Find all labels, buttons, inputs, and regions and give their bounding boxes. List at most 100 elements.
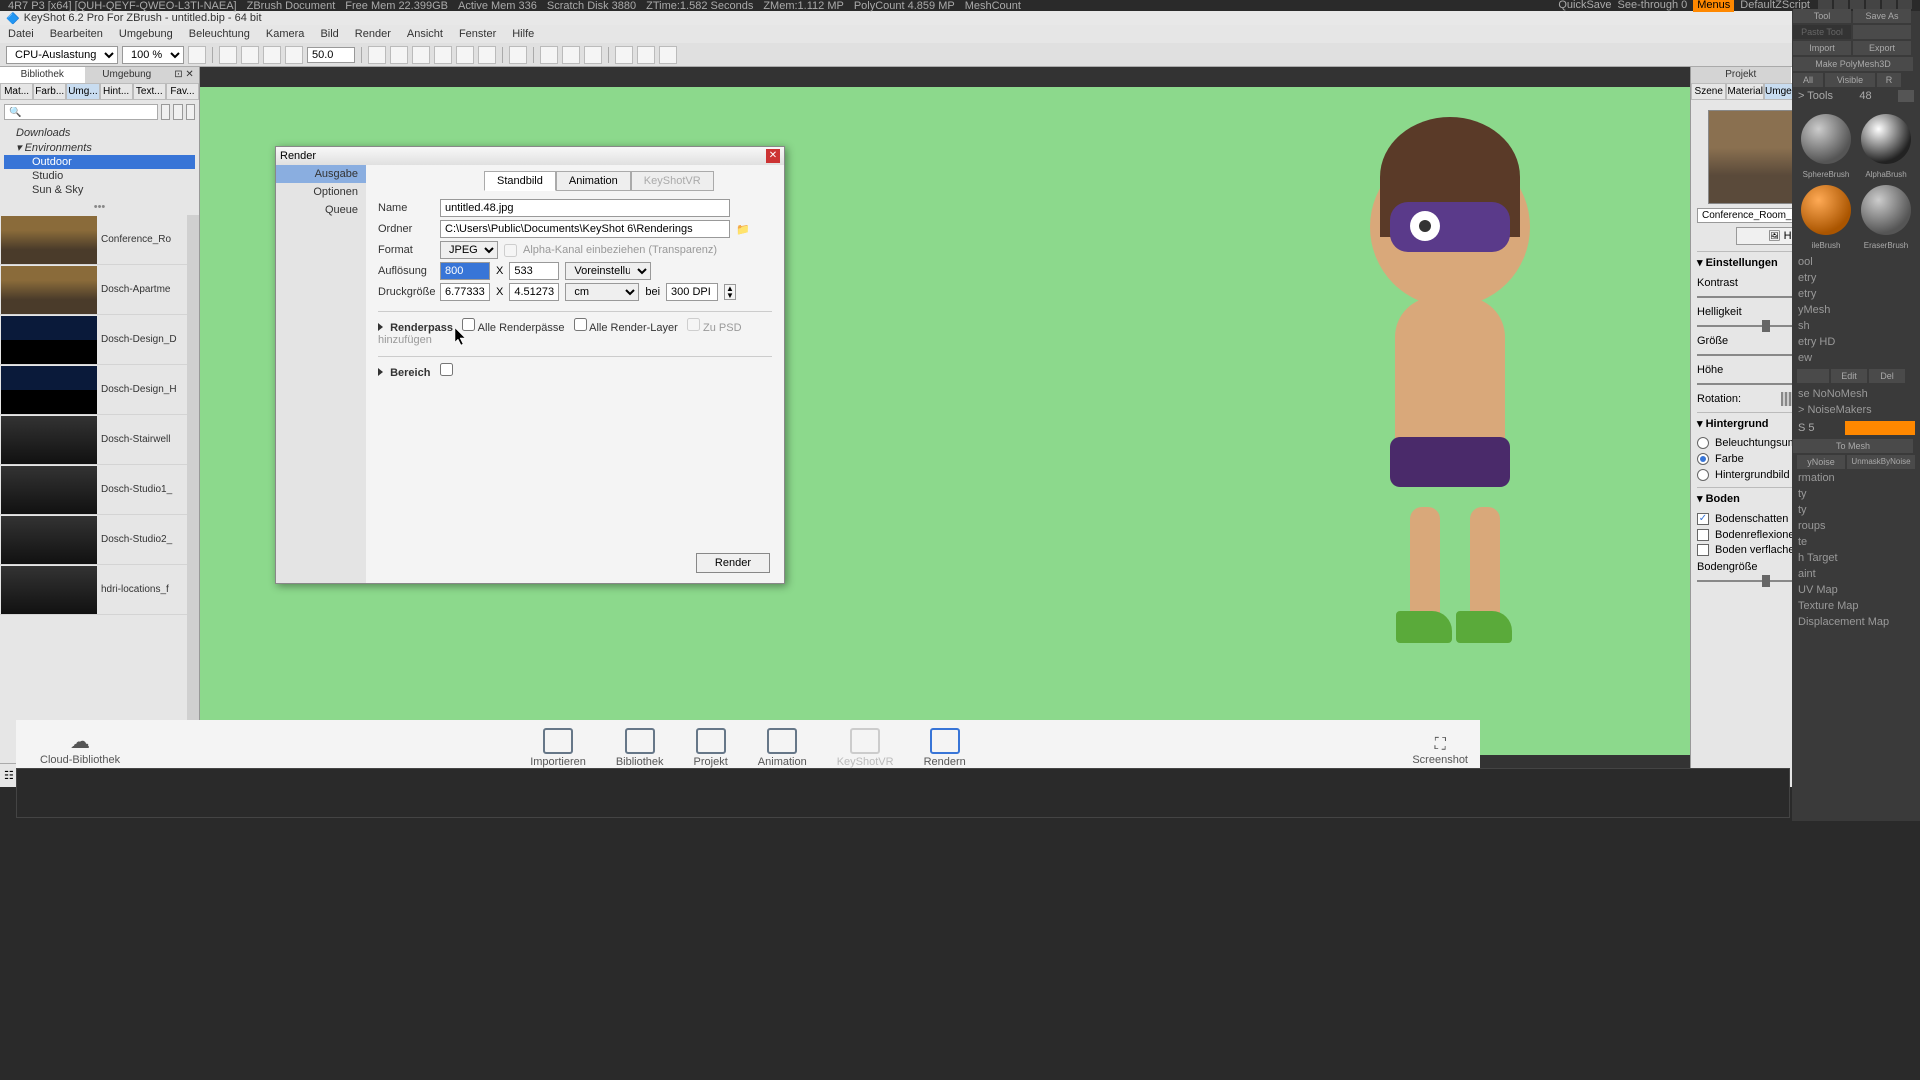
cpu-pct[interactable]: 100 % xyxy=(122,46,184,64)
print-width-input[interactable] xyxy=(440,283,490,301)
menu-bearbeiten[interactable]: Bearbeiten xyxy=(50,28,103,40)
tree-outdoor[interactable]: Outdoor xyxy=(4,155,195,169)
sphere-brush-icon[interactable] xyxy=(1801,114,1851,164)
project-button[interactable]: Projekt xyxy=(694,728,728,768)
x-icon[interactable] xyxy=(615,46,633,64)
dpi-spinner[interactable]: ▲▼ xyxy=(724,284,736,300)
menu-fenster[interactable]: Fenster xyxy=(459,28,496,40)
unit-select[interactable]: cm xyxy=(565,283,639,301)
refresh-lib-icon[interactable] xyxy=(186,104,195,120)
library-search[interactable] xyxy=(4,104,158,120)
env-thumb-studio1[interactable]: Dosch-Studio1_ xyxy=(0,465,187,515)
render-folder-input[interactable] xyxy=(440,220,730,238)
menu-kamera[interactable]: Kamera xyxy=(266,28,305,40)
view-icon[interactable] xyxy=(161,104,170,120)
side-queue[interactable]: Queue xyxy=(276,201,366,219)
undock-icon[interactable]: ⊡ ✕ xyxy=(169,67,199,83)
expand-icon[interactable] xyxy=(263,46,281,64)
menu-ansicht[interactable]: Ansicht xyxy=(407,28,443,40)
dialog-title-bar[interactable]: Render ✕ xyxy=(276,147,784,165)
subtab-hint[interactable]: Hint... xyxy=(100,83,133,100)
grid-view-icon[interactable]: ☷ xyxy=(4,769,14,782)
bereich-disclosure[interactable] xyxy=(378,368,383,376)
tool3-icon[interactable] xyxy=(412,46,430,64)
bg-image-radio[interactable] xyxy=(1697,469,1709,481)
ile-brush-icon[interactable] xyxy=(1801,185,1851,235)
import-button[interactable]: Importieren xyxy=(530,728,586,768)
side-optionen[interactable]: Optionen xyxy=(276,183,366,201)
img-icon[interactable] xyxy=(562,46,580,64)
menu-render[interactable]: Render xyxy=(355,28,391,40)
subtab-mat[interactable]: Mat... xyxy=(0,83,33,100)
menu-beleuchtung[interactable]: Beleuchtung xyxy=(189,28,250,40)
floor-flat-check[interactable] xyxy=(1697,544,1709,556)
dialog-close-button[interactable]: ✕ xyxy=(766,149,780,163)
menus-toggle[interactable]: Menus xyxy=(1693,0,1734,12)
tool5-icon[interactable] xyxy=(478,46,496,64)
subtab-text[interactable]: Text... xyxy=(133,83,166,100)
tab-bibliothek[interactable]: Bibliothek xyxy=(0,67,85,83)
res-preset-select[interactable]: Voreinstellungen xyxy=(565,262,651,280)
cpu-select[interactable]: CPU-Auslastung xyxy=(6,46,118,64)
psd-check[interactable] xyxy=(687,318,700,331)
env-thumb-hdri[interactable]: hdri-locations_f xyxy=(0,565,187,615)
rotate-icon[interactable] xyxy=(434,46,452,64)
zoom-input[interactable] xyxy=(307,47,355,63)
res-height-input[interactable] xyxy=(509,262,559,280)
env-thumb-design-d[interactable]: Dosch-Design_D xyxy=(0,315,187,365)
menu-umgebung[interactable]: Umgebung xyxy=(119,28,173,40)
pause-icon[interactable] xyxy=(188,46,206,64)
library-button[interactable]: Bibliothek xyxy=(616,728,664,768)
timeline-strip[interactable] xyxy=(16,768,1790,818)
tab-standbild[interactable]: Standbild xyxy=(484,171,556,191)
floor-shadow-check[interactable] xyxy=(1697,513,1709,525)
all-layers-check[interactable] xyxy=(574,318,587,331)
filter-icon[interactable] xyxy=(173,104,182,120)
menu-bild[interactable]: Bild xyxy=(320,28,338,40)
eraser-brush-icon[interactable] xyxy=(1861,185,1911,235)
menu-datei[interactable]: Datei xyxy=(8,28,34,40)
bg-env-radio[interactable] xyxy=(1697,437,1709,449)
cloud-library-button[interactable]: ☁ Cloud-Bibliothek xyxy=(40,729,120,766)
lock-icon[interactable] xyxy=(509,46,527,64)
full-icon[interactable] xyxy=(637,46,655,64)
tab-projekt[interactable]: Projekt xyxy=(1691,67,1791,83)
screenshot-button[interactable]: ⛶ Screenshot xyxy=(1412,736,1468,766)
side-ausgabe[interactable]: Ausgabe xyxy=(276,165,366,183)
animation-button[interactable]: Animation xyxy=(758,728,807,768)
env-thumb-apartment[interactable]: Dosch-Apartme xyxy=(0,265,187,315)
dpi-input[interactable] xyxy=(666,283,718,301)
floor-refl-check[interactable] xyxy=(1697,529,1709,541)
renderpass-disclosure[interactable] xyxy=(378,323,383,331)
download-icon[interactable] xyxy=(285,46,303,64)
res-width-input[interactable] xyxy=(440,262,490,280)
render-button[interactable]: Render xyxy=(696,553,770,573)
env-thumb-design-h[interactable]: Dosch-Design_H xyxy=(0,365,187,415)
alpha-brush-icon[interactable] xyxy=(1861,114,1911,164)
tab-animation[interactable]: Animation xyxy=(556,171,631,191)
subtab-umg[interactable]: Umg... xyxy=(66,83,99,100)
format-select[interactable]: JPEG xyxy=(440,241,498,259)
tool-icon[interactable] xyxy=(368,46,386,64)
cube-icon[interactable] xyxy=(540,46,558,64)
subtab-farb[interactable]: Farb... xyxy=(33,83,66,100)
env-thumb-conference[interactable]: Conference_Ro xyxy=(0,215,187,265)
tool2-icon[interactable] xyxy=(390,46,408,64)
bereich-check[interactable] xyxy=(440,363,453,376)
curve-icon[interactable] xyxy=(584,46,602,64)
render-name-input[interactable] xyxy=(440,199,730,217)
menu-hilfe[interactable]: Hilfe xyxy=(512,28,534,40)
undo-icon[interactable] xyxy=(219,46,237,64)
browse-folder-icon[interactable]: 📁 xyxy=(736,223,750,236)
alpha-checkbox[interactable] xyxy=(504,244,517,257)
env-thumb-studio2[interactable]: Dosch-Studio2_ xyxy=(0,515,187,565)
subtab-fav[interactable]: Fav... xyxy=(166,83,199,100)
bg-color-radio[interactable] xyxy=(1697,453,1709,465)
env-thumb-stairwell[interactable]: Dosch-Stairwell xyxy=(0,415,187,465)
lib-scrollbar[interactable] xyxy=(187,215,199,763)
person-icon[interactable] xyxy=(659,46,677,64)
refresh-icon[interactable] xyxy=(241,46,259,64)
render-toolbar-button[interactable]: Rendern xyxy=(924,728,966,768)
tab-umgebung-left[interactable]: Umgebung xyxy=(85,67,170,83)
print-height-input[interactable] xyxy=(509,283,559,301)
